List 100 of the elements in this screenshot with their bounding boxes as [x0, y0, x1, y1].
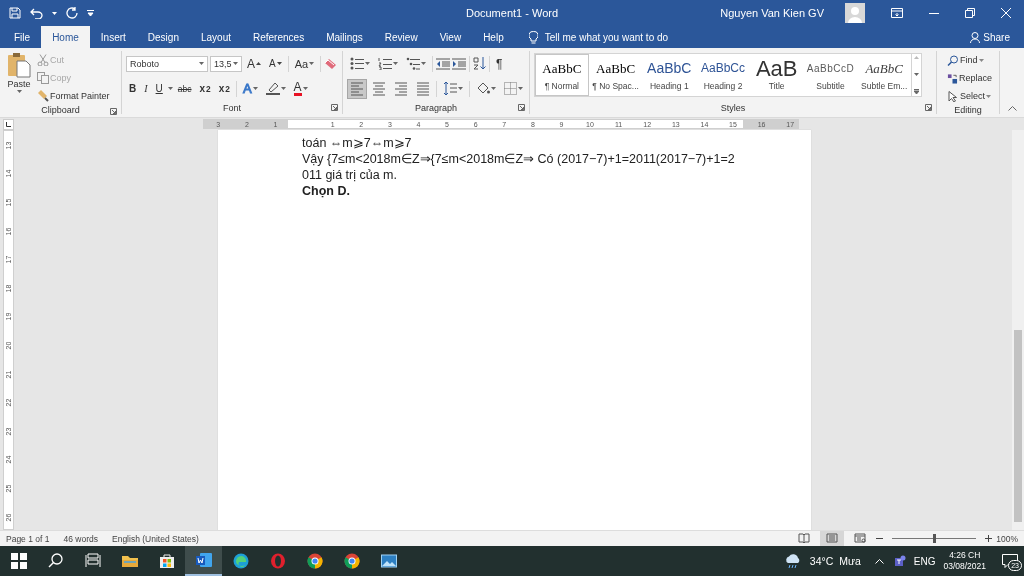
ribbon-tab[interactable]: Layout	[189, 26, 242, 48]
tab-stop-icon[interactable]	[6, 121, 11, 127]
caret-icon	[302, 87, 308, 90]
clipboard-action-button[interactable]: Format Painter	[34, 87, 113, 105]
scroll-down-icon	[914, 72, 919, 76]
caret-icon	[978, 58, 984, 62]
collapse-ribbon-icon[interactable]	[1007, 106, 1017, 111]
dialog-launcher-icon[interactable]	[925, 104, 932, 111]
ribbon-tab[interactable]: References	[242, 26, 316, 48]
font-color-button[interactable]: A	[290, 79, 311, 98]
format-button[interactable]: I	[141, 79, 151, 98]
gallery-scrollbar[interactable]	[911, 54, 921, 96]
copy-icon	[37, 72, 49, 84]
ribbon-tab[interactable]: Home	[41, 26, 90, 48]
scrollbar-thumb[interactable]	[1014, 330, 1022, 522]
dialog-launcher-icon[interactable]	[110, 108, 117, 115]
input-language[interactable]: ENG	[913, 555, 936, 567]
paintbrush-icon	[37, 90, 49, 102]
close-icon[interactable]	[1001, 8, 1011, 18]
cloud-rain-icon[interactable]	[783, 553, 802, 569]
zoom-in-icon[interactable]	[985, 535, 993, 542]
change-case-button[interactable]: Aa	[291, 54, 318, 73]
bullets-icon	[350, 57, 364, 70]
dialog-launcher-icon[interactable]	[331, 104, 338, 111]
editing-button[interactable]: Find	[941, 51, 995, 69]
share-button[interactable]: Share	[970, 26, 1010, 48]
align-left-button[interactable]	[347, 78, 367, 99]
clipboard-icon	[7, 52, 31, 78]
tell-me-field[interactable]: Tell me what you want to do	[544, 31, 669, 43]
down-arrow-icon	[276, 62, 282, 65]
person-icon	[970, 31, 981, 43]
shrink-font-button[interactable]: A	[266, 54, 285, 73]
line-spacing-icon	[443, 82, 457, 95]
ribbon-tab[interactable]: Design	[136, 26, 190, 48]
zoom-slider-thumb[interactable]	[933, 534, 937, 543]
editing-button[interactable]: Select	[941, 87, 995, 105]
font-size-field[interactable]: 13,5	[210, 55, 242, 72]
customize-toolbar-icon[interactable]	[87, 10, 94, 16]
save-icon[interactable]	[9, 7, 21, 19]
ribbon-display-icon[interactable]	[891, 8, 903, 18]
group-label: Clipboard	[41, 105, 80, 115]
weather-text[interactable]: 34°C Mưa	[809, 555, 861, 567]
editing-button[interactable]: Replace	[941, 69, 995, 87]
highlighter-icon	[265, 82, 280, 95]
caret-icon	[199, 62, 204, 65]
ribbon-tab[interactable]: Review	[373, 26, 429, 48]
sort-icon[interactable]	[473, 57, 486, 70]
restore-icon[interactable]	[965, 8, 975, 18]
format-button[interactable]: B	[126, 79, 140, 98]
search-icon	[47, 553, 64, 569]
caret-icon	[52, 11, 57, 15]
text-effects-button[interactable]: A	[239, 79, 261, 98]
group-label: Styles	[720, 102, 746, 113]
caret-icon	[16, 90, 22, 93]
align-left-icon	[350, 81, 364, 96]
style-option[interactable]: AaBbCc Heading 2	[696, 54, 750, 96]
word-count[interactable]: 46 words	[63, 533, 98, 544]
page-layout-icon	[826, 533, 839, 544]
style-option[interactable]: AaBbC Heading 1	[642, 54, 697, 96]
view-button[interactable]	[820, 531, 845, 546]
caret-icon	[421, 62, 426, 65]
style-option[interactable]: AaB Title	[749, 54, 804, 96]
chevron-up-icon[interactable]	[874, 558, 884, 564]
paste-button[interactable]: Paste	[4, 51, 34, 105]
increase-indent-icon[interactable]	[452, 57, 466, 70]
caret-icon	[491, 87, 496, 90]
caret-icon	[365, 62, 370, 65]
redo-icon[interactable]	[66, 7, 78, 19]
scissors-icon	[37, 54, 49, 66]
zoom-out-icon[interactable]	[876, 535, 884, 542]
paint-bucket-icon	[476, 82, 490, 95]
book-icon	[798, 533, 811, 544]
ribbon-tab[interactable]: Help	[472, 26, 515, 48]
caret-icon	[252, 87, 258, 90]
shopping-bag-icon	[158, 553, 175, 569]
zoom-level[interactable]: 100%	[996, 533, 1018, 544]
style-option[interactable]: AaBbC Subtle Em...	[857, 54, 912, 96]
clock[interactable]: 4:26 CH 03/08/2021	[943, 550, 986, 572]
document-text: Chọn D.	[302, 183, 351, 199]
decrease-indent-icon[interactable]	[436, 57, 450, 70]
align-center-icon	[372, 81, 386, 96]
format-button[interactable]: abc	[174, 79, 195, 98]
undo-icon[interactable]	[30, 7, 43, 19]
ribbon-tab[interactable]: View	[428, 26, 473, 48]
user-name[interactable]: Nguyen Van Kien GV	[720, 7, 824, 19]
eraser-icon[interactable]	[324, 57, 338, 70]
ribbon-tab[interactable]: File	[3, 26, 42, 48]
ribbon-tab[interactable]: Insert	[89, 26, 137, 48]
style-option[interactable]: AaBbC ¶ Normal	[535, 54, 589, 96]
style-option[interactable]: AaBbC ¶ No Spac...	[588, 54, 643, 96]
caret-icon	[309, 62, 315, 65]
ribbon-tab[interactable]: Mailings	[315, 26, 374, 48]
font-name-field[interactable]: Roboto	[126, 55, 208, 72]
dialog-launcher-icon[interactable]	[518, 104, 525, 111]
show-marks-button[interactable]: ¶	[493, 54, 506, 73]
grow-font-button[interactable]: A	[244, 54, 264, 73]
language-indicator[interactable]: English (United States)	[112, 533, 199, 544]
page-count[interactable]: Page 1 of 1	[6, 533, 50, 544]
format-button[interactable]: U	[152, 79, 166, 98]
style-option[interactable]: AaBbCcD Subtitle	[803, 54, 858, 96]
